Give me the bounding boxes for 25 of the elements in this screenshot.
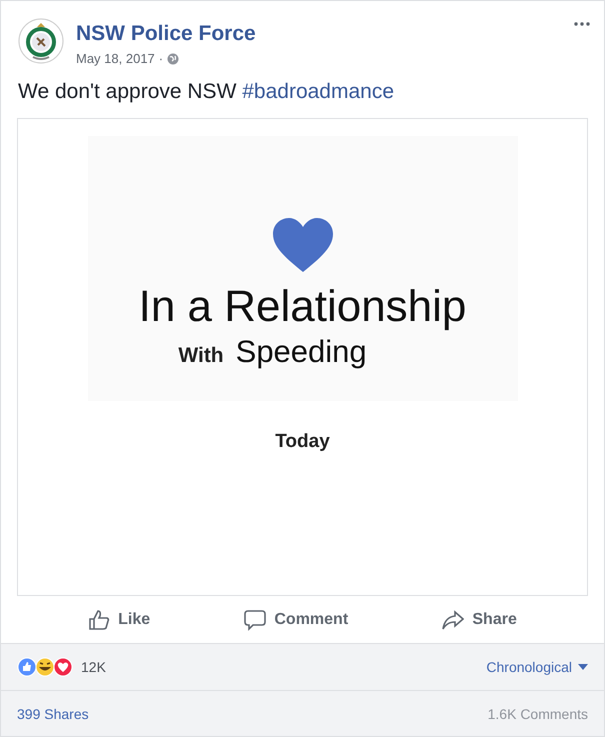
- sort-dropdown[interactable]: Chronological: [486, 659, 588, 675]
- caret-icon: [578, 664, 588, 670]
- heart-icon: [272, 218, 332, 274]
- post-date[interactable]: May 18, 2017: [76, 51, 155, 66]
- post-text: We don't approve NSW #badroadmance: [18, 80, 396, 104]
- police-badge-icon[interactable]: [18, 18, 64, 64]
- with-text: With: [178, 344, 224, 368]
- share-button[interactable]: Share: [438, 604, 521, 634]
- separator-dot: ·: [158, 51, 164, 66]
- thumbs-up-icon: [88, 608, 110, 630]
- globe-icon: [167, 52, 180, 64]
- headline-text: In a Relationship: [138, 282, 466, 332]
- shares-link[interactable]: 399 Shares: [17, 706, 89, 722]
- share-arrow-icon: [442, 608, 464, 630]
- when-text: Today: [275, 431, 330, 453]
- more-options-icon[interactable]: [574, 22, 590, 26]
- shared-image[interactable]: In a Relationship With Speeding Today: [17, 118, 588, 596]
- comment-button[interactable]: Comment: [240, 604, 352, 634]
- reaction-count[interactable]: 12K: [81, 659, 106, 675]
- speech-bubble-icon: [244, 608, 266, 630]
- reaction-icons-drawing[interactable]: [17, 657, 75, 677]
- hashtag-link[interactable]: #badroadmance: [242, 80, 394, 103]
- partner-text: Speeding: [236, 334, 367, 370]
- author-link[interactable]: NSW Police Force: [76, 21, 256, 47]
- like-button[interactable]: Like: [84, 604, 154, 634]
